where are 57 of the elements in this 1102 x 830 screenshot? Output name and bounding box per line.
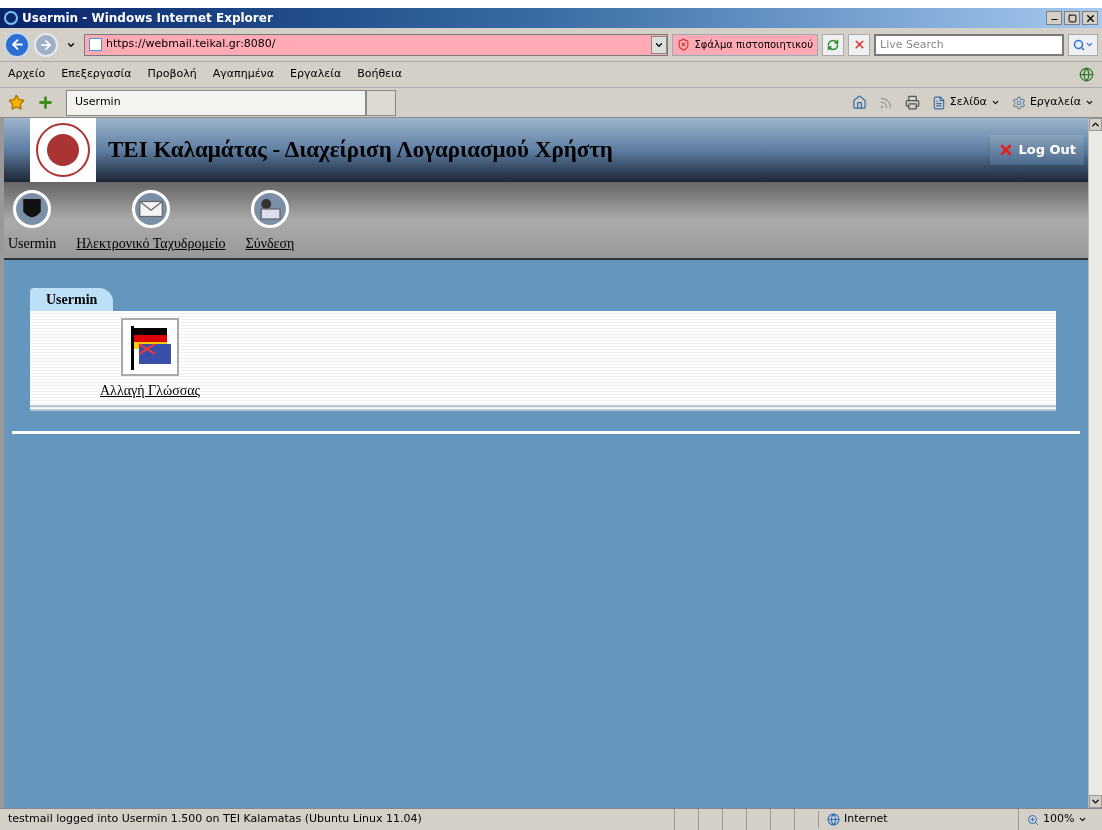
gear-icon xyxy=(1011,95,1026,110)
scrollbar[interactable] xyxy=(1088,118,1102,808)
printer-icon[interactable] xyxy=(904,95,920,110)
caret-icon xyxy=(1078,815,1088,824)
star-icon[interactable] xyxy=(8,94,25,111)
home-icon[interactable] xyxy=(851,95,867,110)
page-menu-button[interactable]: Σελίδα xyxy=(931,94,1000,111)
back-button[interactable] xyxy=(4,31,30,58)
menu-item[interactable]: Επεξεργασία xyxy=(61,66,132,83)
search-field[interactable]: Live Search xyxy=(874,33,1064,56)
menu-item[interactable]: Αγαπημένα xyxy=(212,66,274,83)
shield-emblem-icon[interactable] xyxy=(12,189,53,229)
refresh-icon xyxy=(827,38,839,51)
window-title: Usermin - Windows Internet Explorer xyxy=(22,10,274,27)
new-tab-button[interactable] xyxy=(366,89,396,116)
nav-link[interactable]: Σύνδεση xyxy=(245,233,295,254)
menu-item[interactable]: Εργαλεία xyxy=(290,66,342,83)
module-link[interactable]: Αλλαγή Γλώσσας xyxy=(100,380,201,401)
panel-tab[interactable]: Usermin xyxy=(30,288,114,311)
college-seal-logo xyxy=(30,118,96,182)
certificate-error-button[interactable]: Σφάλμα πιστοποιητικού xyxy=(672,33,818,56)
search-icon xyxy=(1072,38,1085,51)
menu-item[interactable]: Προβολή xyxy=(147,66,197,83)
flag-icon[interactable] xyxy=(121,318,180,376)
shield-icon xyxy=(677,38,691,51)
address-field[interactable]: https://webmail.teikal.gr:8080/ xyxy=(84,33,669,56)
menu-item[interactable]: Αρχείο xyxy=(8,66,46,83)
caret-icon xyxy=(1084,40,1094,49)
page-title: TEI Καλαμάτας - Διαχείριση Λογαριασμού Χρήστη xyxy=(108,135,614,164)
menu-item[interactable]: Βοήθεια xyxy=(357,66,403,83)
maximize-icon xyxy=(1067,13,1077,23)
search-button[interactable] xyxy=(1068,33,1098,56)
maximize-button[interactable] xyxy=(1064,11,1080,25)
nav-link[interactable]: Ηλεκτρονικό Ταχυδρομείο xyxy=(76,233,226,254)
logout-button[interactable]: Log Out xyxy=(990,135,1084,165)
address-dropdown-button[interactable] xyxy=(651,35,668,54)
refresh-button[interactable] xyxy=(822,33,844,56)
minimize-button[interactable] xyxy=(1046,11,1062,25)
close-icon xyxy=(1084,12,1096,24)
close-button[interactable] xyxy=(1082,11,1098,25)
zoom-button[interactable]: 100% xyxy=(1018,809,1102,830)
caret-icon xyxy=(1085,98,1094,107)
tools-menu-button[interactable]: Εργαλεία xyxy=(1011,94,1094,111)
stop-button[interactable] xyxy=(848,33,870,56)
caret-icon xyxy=(990,98,1000,107)
status-text: testmail logged into Usermin 1.500 on TEI Kalamatas (Ubuntu Linux 11.04) xyxy=(7,811,423,828)
globe-icon[interactable] xyxy=(1079,67,1094,82)
globe-icon xyxy=(827,813,840,826)
stop-icon xyxy=(852,38,866,51)
browser-tab[interactable]: Usermin xyxy=(66,89,366,116)
zoom-icon xyxy=(1027,813,1039,826)
envelope-icon[interactable] xyxy=(130,189,171,229)
plus-icon[interactable] xyxy=(37,94,54,111)
nav-link[interactable]: Usermin xyxy=(8,233,57,254)
forward-arrow-icon xyxy=(39,37,53,52)
security-zone: Internet xyxy=(844,811,888,828)
person-icon[interactable] xyxy=(249,189,290,229)
